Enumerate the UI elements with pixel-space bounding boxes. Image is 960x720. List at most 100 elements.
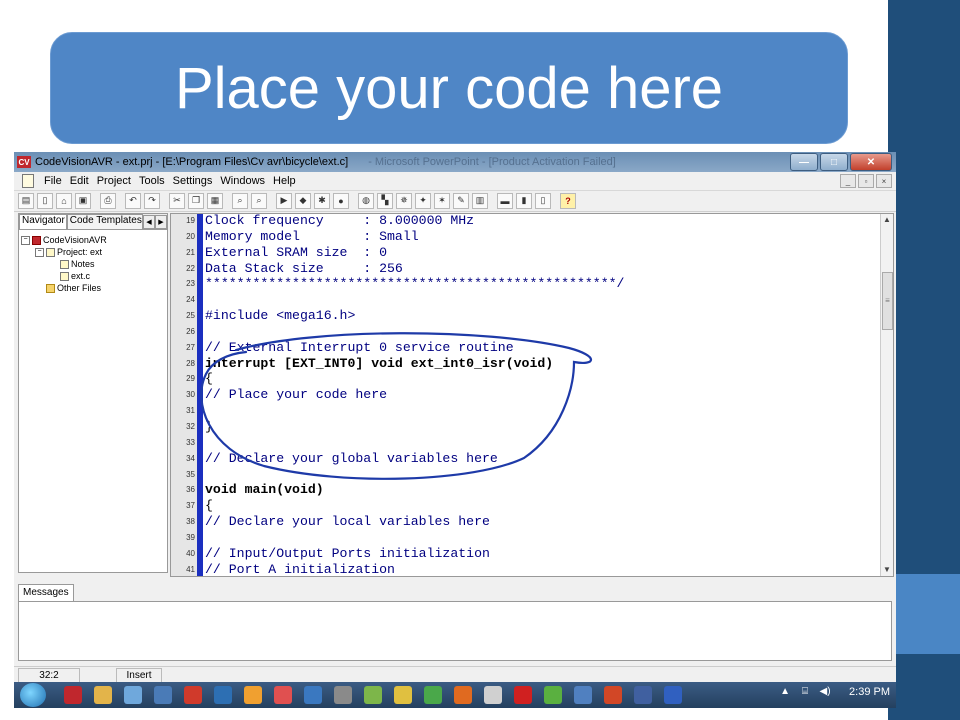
tab-scroll-left-icon[interactable]: ◀ bbox=[143, 215, 155, 229]
code-line[interactable]: 26 bbox=[186, 324, 885, 340]
opera-icon[interactable] bbox=[514, 686, 532, 704]
tab-code-templates[interactable]: Code Templates bbox=[66, 214, 143, 229]
scroll-up-icon[interactable]: ▲ bbox=[881, 214, 893, 226]
compile-icon[interactable]: ▶ bbox=[276, 192, 292, 209]
toggle-code-templates-icon[interactable]: ▯ bbox=[535, 192, 551, 209]
code-line[interactable]: 20 Memory model : Small bbox=[186, 229, 885, 245]
tab-scroll-right-icon[interactable]: ▶ bbox=[155, 215, 167, 229]
globe-icon[interactable] bbox=[574, 686, 592, 704]
tray-expand-icon[interactable]: ▲ bbox=[779, 686, 791, 698]
cut-icon[interactable]: ✂ bbox=[169, 192, 185, 209]
code-line[interactable]: 37 { bbox=[186, 498, 885, 514]
code-line[interactable]: 39 bbox=[186, 530, 885, 546]
record-icon[interactable] bbox=[274, 686, 292, 704]
find-icon[interactable]: ⌕ bbox=[232, 192, 248, 209]
start-button[interactable] bbox=[20, 683, 46, 707]
minimize-button[interactable]: — bbox=[790, 153, 818, 171]
pen-icon[interactable]: ✎ bbox=[453, 192, 469, 209]
undo-icon[interactable]: ↶ bbox=[125, 192, 141, 209]
toggle-navigator-icon[interactable]: ▮ bbox=[516, 192, 532, 209]
window-titlebar[interactable]: CV CodeVisionAVR - ext.prj - [E:\Program… bbox=[14, 152, 896, 172]
find-next-icon[interactable]: ⌕ bbox=[251, 192, 267, 209]
copy-icon[interactable]: ❐ bbox=[188, 192, 204, 209]
network-tray-icon[interactable]: ⌸ bbox=[799, 686, 811, 698]
disc-icon[interactable] bbox=[484, 686, 502, 704]
scrollbar-thumb[interactable]: ≡ bbox=[882, 272, 893, 330]
stop-icon[interactable]: ● bbox=[333, 192, 349, 209]
menu-project[interactable]: Project bbox=[93, 175, 135, 187]
powerpoint-icon[interactable] bbox=[604, 686, 622, 704]
files-icon[interactable] bbox=[124, 686, 142, 704]
build-all-icon[interactable]: ✱ bbox=[314, 192, 330, 209]
people-icon[interactable] bbox=[244, 686, 262, 704]
explorer-icon[interactable] bbox=[94, 686, 112, 704]
print-icon[interactable]: ⎙ bbox=[100, 192, 116, 209]
tree-item[interactable]: ext.c bbox=[21, 270, 107, 282]
code-line[interactable]: 34 // Declare your global variables here bbox=[186, 451, 885, 467]
editor-vertical-scrollbar[interactable]: ▲ ≡ ▼ bbox=[880, 214, 893, 576]
maximize-button[interactable]: □ bbox=[820, 153, 848, 171]
scroll-down-icon[interactable]: ▼ bbox=[881, 564, 893, 576]
mdi-close-button[interactable]: × bbox=[876, 174, 892, 188]
leaf-icon[interactable] bbox=[424, 686, 442, 704]
make-icon[interactable]: ◆ bbox=[295, 192, 311, 209]
code-line[interactable]: 23 **************************************… bbox=[186, 276, 885, 292]
paste-icon[interactable]: ▦ bbox=[207, 192, 223, 209]
code-line[interactable]: 21 External SRAM size : 0 bbox=[186, 245, 885, 261]
calculator-icon[interactable]: ▥ bbox=[472, 192, 488, 209]
chrome-icon[interactable] bbox=[394, 686, 412, 704]
tree-item[interactable]: Notes bbox=[21, 258, 107, 270]
tree-expander-icon[interactable]: − bbox=[21, 235, 30, 245]
code-line[interactable]: 24 bbox=[186, 292, 885, 308]
isis-icon[interactable] bbox=[664, 686, 682, 704]
code-line[interactable]: 27 // External Interrupt 0 service routin… bbox=[186, 340, 885, 356]
code-line[interactable]: 33 bbox=[186, 435, 885, 451]
code-editor[interactable]: 19 Clock frequency : 8.000000 MHz 20 Memory… bbox=[170, 213, 894, 577]
code-line[interactable]: 25 #include <mega16.h> bbox=[186, 308, 885, 324]
code-line[interactable]: 22 Data Stack size : 256 bbox=[186, 261, 885, 277]
video-icon[interactable] bbox=[334, 686, 352, 704]
new-file-icon[interactable]: ▯ bbox=[37, 192, 53, 209]
menu-windows[interactable]: Windows bbox=[216, 175, 269, 187]
tree-item[interactable]: Other Files bbox=[21, 282, 107, 294]
bug-icon[interactable]: ✶ bbox=[434, 192, 450, 209]
player-icon[interactable] bbox=[634, 686, 652, 704]
code-line[interactable]: 28 interrupt [EXT_INT0] void ext_int0_isr… bbox=[186, 356, 885, 372]
menu-tools[interactable]: Tools bbox=[135, 175, 169, 187]
network-icon[interactable] bbox=[304, 686, 322, 704]
wizard-icon[interactable]: ✦ bbox=[415, 192, 431, 209]
code-line[interactable]: 35 bbox=[186, 467, 885, 483]
notepad-icon[interactable] bbox=[364, 686, 382, 704]
code-line[interactable]: 38 // Declare your local variables here bbox=[186, 514, 885, 530]
project-icon[interactable]: ▤ bbox=[18, 192, 34, 209]
code-line[interactable]: 31 bbox=[186, 403, 885, 419]
chip-programmer-icon[interactable]: ▚ bbox=[377, 192, 393, 209]
taskbar-clock[interactable]: 2:39 PM bbox=[849, 686, 890, 698]
code-line[interactable]: 32} bbox=[186, 419, 885, 435]
tree-item[interactable]: − CodeVisionAVR bbox=[21, 234, 107, 246]
debug-icon[interactable]: ◍ bbox=[358, 192, 374, 209]
mdi-restore-button[interactable]: ▫ bbox=[858, 174, 874, 188]
help-icon[interactable]: ? bbox=[560, 192, 576, 209]
code-text[interactable]: 19 Clock frequency : 8.000000 MHz 20 Memory… bbox=[186, 214, 885, 576]
open-icon[interactable]: ⌂ bbox=[56, 192, 72, 209]
code-line[interactable]: 29 { bbox=[186, 371, 885, 387]
media-icon[interactable] bbox=[154, 686, 172, 704]
plane-icon[interactable] bbox=[214, 686, 232, 704]
app-icon-1[interactable] bbox=[64, 686, 82, 704]
menu-edit[interactable]: Edit bbox=[66, 175, 93, 187]
tab-messages[interactable]: Messages bbox=[18, 584, 74, 602]
terminal-icon[interactable]: ✵ bbox=[396, 192, 412, 209]
code-line[interactable]: 36 void main(void) bbox=[186, 482, 885, 498]
torrent-icon[interactable] bbox=[544, 686, 562, 704]
close-button[interactable]: ✕ bbox=[850, 153, 892, 171]
redo-icon[interactable]: ↷ bbox=[144, 192, 160, 209]
volume-icon[interactable]: ◀) bbox=[819, 686, 831, 698]
menu-file[interactable]: File bbox=[40, 175, 66, 187]
tree-item[interactable]: − Project: ext bbox=[21, 246, 107, 258]
firefox-icon[interactable] bbox=[454, 686, 472, 704]
code-line[interactable]: 41 // Port A initialization bbox=[186, 562, 885, 576]
code-line[interactable]: 19 Clock frequency : 8.000000 MHz bbox=[186, 214, 885, 229]
menu-help[interactable]: Help bbox=[269, 175, 300, 187]
menu-settings[interactable]: Settings bbox=[169, 175, 217, 187]
